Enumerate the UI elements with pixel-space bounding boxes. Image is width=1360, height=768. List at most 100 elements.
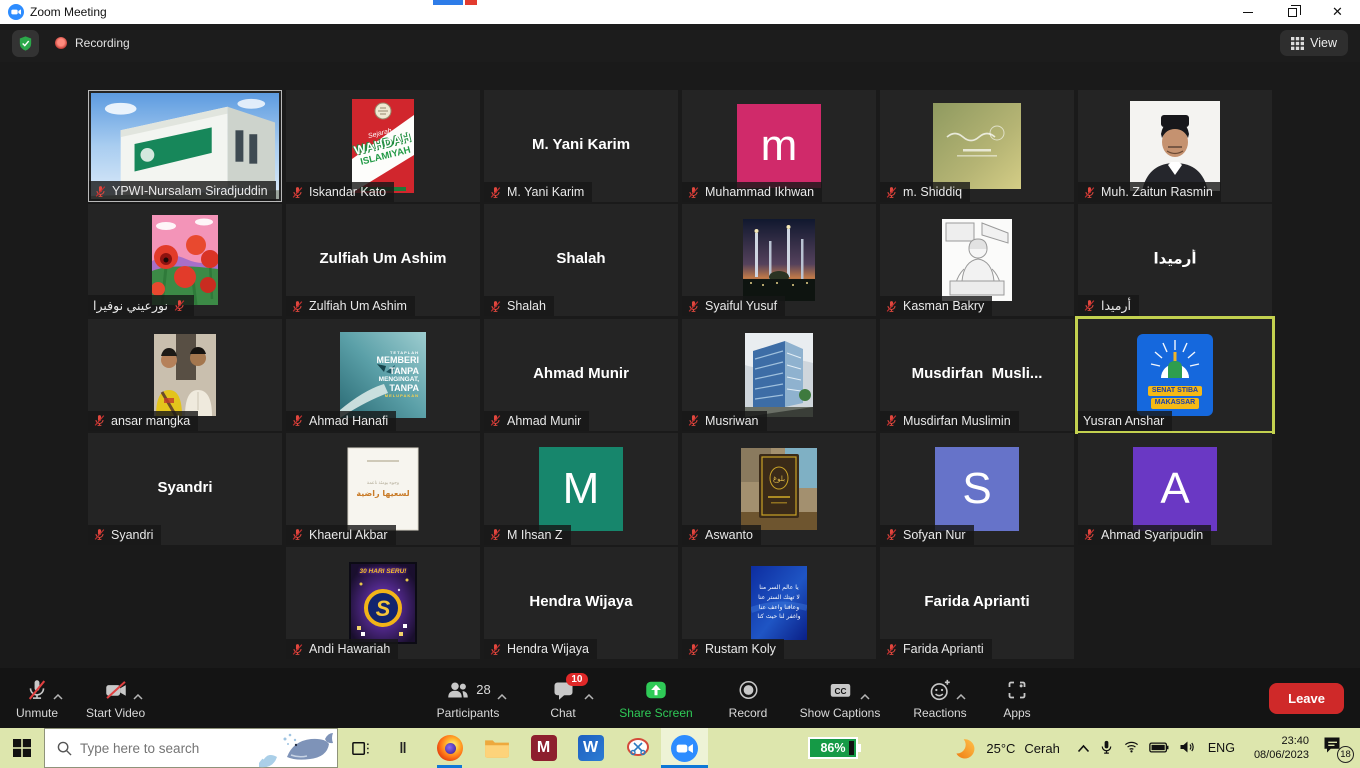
participant-name-label: Syandri — [88, 525, 161, 545]
participant-name-label: Musdirfan Muslimin — [880, 411, 1019, 431]
video-muted-icon — [102, 677, 130, 703]
mendeley-icon: M — [531, 735, 557, 761]
avatar-image — [152, 215, 218, 305]
participant-tile[interactable]: SENAT STIBAMAKASSAR Yusran Anshar — [1078, 319, 1272, 431]
taskbar-snipping-tool[interactable] — [614, 728, 661, 768]
view-label: View — [1310, 36, 1337, 50]
participant-tile[interactable]: بلوغ Aswanto — [682, 433, 876, 545]
participant-tile[interactable]: Zulfiah Um Ashim Zulfiah Um Ashim — [286, 204, 480, 316]
participant-name-label: M. Yani Karim — [484, 182, 592, 202]
close-button[interactable]: ✕ — [1315, 0, 1360, 24]
window-titlebar: Zoom Meeting ✕ — [0, 0, 1360, 24]
participant-name-label: Aswanto — [682, 525, 761, 545]
tray-expand-caret[interactable] — [1077, 741, 1090, 756]
search-input[interactable] — [80, 741, 240, 756]
participant-tile[interactable]: أرميدا أرميدا — [1078, 204, 1272, 316]
apps-icon — [1005, 678, 1029, 702]
participant-name-label: Syaiful Yusuf — [682, 296, 785, 316]
taskbar-firefox[interactable] — [426, 728, 473, 768]
avatar-image — [933, 103, 1021, 189]
language-indicator[interactable]: ENG — [1208, 741, 1235, 755]
unmute-button[interactable]: Unmute — [14, 670, 60, 726]
participant-name-text: أرميدا — [1101, 298, 1131, 313]
minimize-button[interactable] — [1225, 0, 1270, 24]
tray-battery-icon[interactable] — [1149, 741, 1169, 756]
participant-tile[interactable]: m Muhammad Ikhwan — [682, 90, 876, 202]
tray-wifi-icon[interactable] — [1123, 739, 1140, 757]
unmute-options-caret[interactable] — [53, 687, 63, 705]
taskbar-word[interactable]: W — [567, 728, 614, 768]
participant-name-text: YPWI-Nursalam Siradjuddin — [112, 184, 268, 198]
participant-tile[interactable]: Musriwan — [682, 319, 876, 431]
participant-tile[interactable]: m. Shiddiq — [880, 90, 1074, 202]
share-screen-button[interactable]: Share Screen — [610, 670, 702, 726]
weather-temperature[interactable]: 25°C — [986, 741, 1015, 756]
participant-tile[interactable]: Syandri Syandri — [88, 433, 282, 545]
tray-mic-icon[interactable] — [1099, 739, 1114, 758]
participant-tile[interactable]: وجوه يومئذ ناعمةلسعيها راضية Khaerul Akb… — [286, 433, 480, 545]
weather-condition[interactable]: Cerah — [1024, 741, 1059, 756]
record-button[interactable]: Record — [720, 670, 776, 726]
participant-tile[interactable]: Shalah Shalah — [484, 204, 678, 316]
participant-tile[interactable]: A Ahmad Syaripudin — [1078, 433, 1272, 545]
participant-tile[interactable]: نورعيني نوفيرا — [88, 204, 282, 316]
participant-tile[interactable]: M M Ihsan Z — [484, 433, 678, 545]
video-grid: YPWI-Nursalam Siradjuddin SejarahWAHDAHI… — [0, 62, 1360, 668]
taskbar-search-box[interactable] — [44, 728, 338, 768]
avatar-image — [743, 219, 815, 301]
pinned-app-pipes[interactable]: ‖ — [382, 728, 426, 768]
task-view-button[interactable] — [338, 728, 382, 768]
clock-widget[interactable]: 23:40 08/06/2023 — [1254, 734, 1309, 763]
muted-mic-icon — [687, 643, 700, 656]
avatar-image — [942, 219, 1012, 301]
reactions-caret[interactable] — [956, 687, 966, 705]
avatar-image — [1130, 101, 1220, 191]
participant-tile[interactable]: S30 HARI SERU! Andi Hawariah — [286, 547, 480, 659]
captions-caret[interactable] — [860, 687, 870, 705]
letter-avatar: m — [737, 104, 821, 188]
participant-tile[interactable]: Syaiful Yusuf — [682, 204, 876, 316]
video-options-caret[interactable] — [133, 687, 143, 705]
start-video-button[interactable]: Start Video — [86, 670, 145, 726]
participant-tile[interactable]: Kasman Bakry — [880, 204, 1074, 316]
participant-name-text: M Ihsan Z — [507, 528, 563, 542]
security-shield-icon[interactable] — [12, 30, 39, 57]
participant-tile[interactable]: S Sofyan Nur — [880, 433, 1074, 545]
participant-name-text: Ahmad Munir — [507, 414, 581, 428]
participant-tile[interactable]: Musdirfan Musli... Musdirfan Muslimin — [880, 319, 1074, 431]
participant-tile[interactable]: TETAPLAHMEMBERITANPAMENGINGAT,TANPAMELUP… — [286, 319, 480, 431]
chat-caret[interactable] — [584, 687, 594, 705]
participant-name-label: m. Shiddiq — [880, 182, 970, 202]
apps-button[interactable]: Apps — [994, 670, 1040, 726]
leave-button[interactable]: Leave — [1269, 683, 1344, 714]
participant-tile[interactable]: Hendra Wijaya Hendra Wijaya — [484, 547, 678, 659]
participant-tile[interactable]: YPWI-Nursalam Siradjuddin — [88, 90, 282, 202]
view-button[interactable]: View — [1280, 30, 1348, 56]
participant-tile[interactable]: M. Yani Karim M. Yani Karim — [484, 90, 678, 202]
reactions-button[interactable]: Reactions — [904, 670, 976, 726]
participant-tile[interactable]: Muh. Zaitun Rasmin — [1078, 90, 1272, 202]
restore-button[interactable] — [1270, 0, 1315, 24]
participant-tile[interactable]: Farida Aprianti Farida Aprianti — [880, 547, 1074, 659]
taskbar-zoom[interactable] — [661, 728, 708, 768]
taskbar-mendeley[interactable]: M — [520, 728, 567, 768]
muted-mic-icon — [885, 414, 898, 427]
participant-display-name: Hendra Wijaya — [488, 593, 674, 610]
tray-speaker-icon[interactable] — [1178, 739, 1195, 758]
show-captions-button[interactable]: CC Show Captions — [794, 670, 886, 726]
taskbar-file-explorer[interactable] — [473, 728, 520, 768]
participant-name-text: Kasman Bakry — [903, 299, 984, 313]
participant-tile[interactable]: Ahmad Munir Ahmad Munir — [484, 319, 678, 431]
mic-muted-icon — [24, 677, 50, 703]
participant-tile[interactable]: SejarahWAHDAHISLAMIYAH Iskandar Kato — [286, 90, 480, 202]
chat-button[interactable]: 10 Chat — [534, 670, 592, 726]
participant-tile[interactable]: ansar mangka — [88, 319, 282, 431]
action-center-button[interactable]: 18 — [1322, 735, 1352, 761]
participants-button[interactable]: 28 Participants — [420, 670, 516, 726]
participant-tile[interactable]: يا عالم السر منالا تهتك الستر عناوعافنا … — [682, 547, 876, 659]
participant-name-text: Iskandar Kato — [309, 185, 386, 199]
battery-percent-widget[interactable]: 86% — [808, 737, 858, 759]
participants-caret[interactable] — [497, 687, 507, 705]
participant-name-text: Syandri — [111, 528, 153, 542]
start-button[interactable] — [0, 728, 44, 768]
